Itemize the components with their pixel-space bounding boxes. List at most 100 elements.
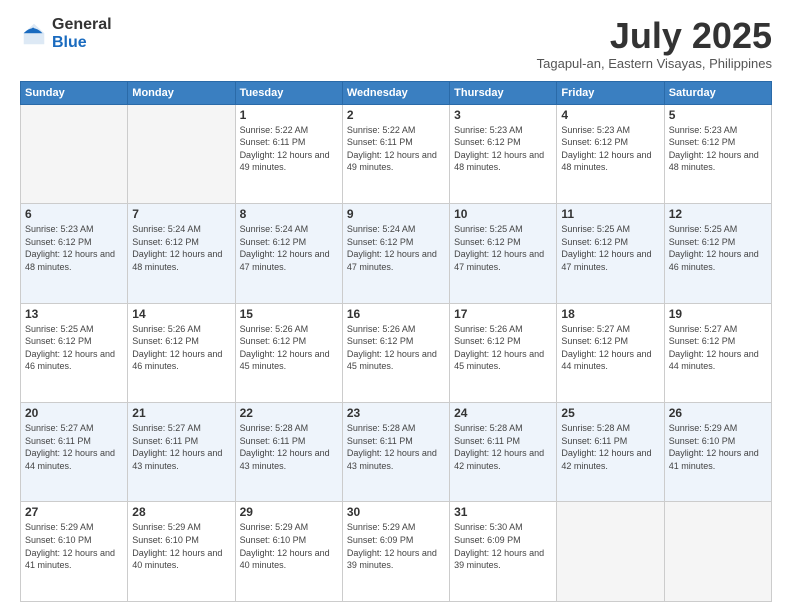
calendar-cell-4-2: 29 Sunrise: 5:29 AMSunset: 6:10 PMDayligh…: [235, 502, 342, 602]
day-info: Sunrise: 5:23 AMSunset: 6:12 PMDaylight:…: [669, 124, 767, 174]
day-info: Sunrise: 5:27 AMSunset: 6:12 PMDaylight:…: [561, 323, 659, 373]
day-number: 9: [347, 207, 445, 221]
day-number: 26: [669, 406, 767, 420]
day-info: Sunrise: 5:29 AMSunset: 6:10 PMDaylight:…: [669, 422, 767, 472]
header-saturday: Saturday: [664, 81, 771, 104]
day-number: 10: [454, 207, 552, 221]
logo-text: General Blue: [52, 16, 112, 51]
calendar-table: Sunday Monday Tuesday Wednesday Thursday…: [20, 81, 772, 602]
day-number: 6: [25, 207, 123, 221]
calendar-cell-0-0: [21, 104, 128, 203]
day-number: 21: [132, 406, 230, 420]
week-row-2: 6 Sunrise: 5:23 AMSunset: 6:12 PMDaylight…: [21, 204, 772, 303]
day-info: Sunrise: 5:23 AMSunset: 6:12 PMDaylight:…: [454, 124, 552, 174]
week-row-5: 27Sunrise: 5:29 AMSunset: 6:10 PMDayligh…: [21, 502, 772, 602]
day-number: 5: [669, 108, 767, 122]
day-info: Sunrise: 5:29 AMSunset: 6:10 PMDaylight:…: [132, 521, 230, 571]
calendar-cell-0-2: 1 Sunrise: 5:22 AMSunset: 6:11 PMDaylight…: [235, 104, 342, 203]
day-number: 20: [25, 406, 123, 420]
day-number: 7: [132, 207, 230, 221]
calendar-cell-3-1: 21Sunrise: 5:27 AMSunset: 6:11 PMDayligh…: [128, 403, 235, 502]
header-friday: Friday: [557, 81, 664, 104]
day-number: 1: [240, 108, 338, 122]
calendar-cell-2-5: 18Sunrise: 5:27 AMSunset: 6:12 PMDayligh…: [557, 303, 664, 402]
week-row-3: 13 Sunrise: 5:25 AMSunset: 6:12 PMDayligh…: [21, 303, 772, 402]
day-number: 13: [25, 307, 123, 321]
calendar-cell-1-3: 9 Sunrise: 5:24 AMSunset: 6:12 PMDaylight…: [342, 204, 449, 303]
calendar-cell-0-3: 2 Sunrise: 5:22 AMSunset: 6:11 PMDaylight…: [342, 104, 449, 203]
calendar-cell-2-4: 17 Sunrise: 5:26 AMSunset: 6:12 PMDayligh…: [450, 303, 557, 402]
calendar-cell-3-2: 22Sunrise: 5:28 AMSunset: 6:11 PMDayligh…: [235, 403, 342, 502]
day-info: Sunrise: 5:26 AMSunset: 6:12 PMDaylight:…: [132, 323, 230, 373]
page: General Blue July 2025 Tagapul-an, Easte…: [0, 0, 792, 612]
calendar-cell-0-4: 3 Sunrise: 5:23 AMSunset: 6:12 PMDaylight…: [450, 104, 557, 203]
day-info: Sunrise: 5:24 AMSunset: 6:12 PMDaylight:…: [347, 223, 445, 273]
calendar-cell-4-5: [557, 502, 664, 602]
day-info: Sunrise: 5:27 AMSunset: 6:12 PMDaylight:…: [669, 323, 767, 373]
day-number: 22: [240, 406, 338, 420]
header-tuesday: Tuesday: [235, 81, 342, 104]
calendar-cell-4-0: 27Sunrise: 5:29 AMSunset: 6:10 PMDayligh…: [21, 502, 128, 602]
week-row-4: 20 Sunrise: 5:27 AMSunset: 6:11 PMDayligh…: [21, 403, 772, 502]
day-info: Sunrise: 5:26 AMSunset: 6:12 PMDaylight:…: [240, 323, 338, 373]
calendar-cell-2-6: 19 Sunrise: 5:27 AMSunset: 6:12 PMDayligh…: [664, 303, 771, 402]
day-info: Sunrise: 5:22 AMSunset: 6:11 PMDaylight:…: [240, 124, 338, 174]
calendar-cell-2-1: 14 Sunrise: 5:26 AMSunset: 6:12 PMDayligh…: [128, 303, 235, 402]
day-info: Sunrise: 5:27 AMSunset: 6:11 PMDaylight:…: [25, 422, 123, 472]
logo-blue-text: Blue: [52, 34, 112, 52]
day-number: 8: [240, 207, 338, 221]
day-info: Sunrise: 5:28 AMSunset: 6:11 PMDaylight:…: [347, 422, 445, 472]
day-number: 14: [132, 307, 230, 321]
day-number: 28: [132, 505, 230, 519]
calendar-cell-4-6: [664, 502, 771, 602]
logo-general-text: General: [52, 16, 112, 34]
header: General Blue July 2025 Tagapul-an, Easte…: [20, 16, 772, 71]
calendar-cell-1-0: 6 Sunrise: 5:23 AMSunset: 6:12 PMDaylight…: [21, 204, 128, 303]
day-info: Sunrise: 5:25 AMSunset: 6:12 PMDaylight:…: [561, 223, 659, 273]
calendar-cell-1-4: 10Sunrise: 5:25 AMSunset: 6:12 PMDayligh…: [450, 204, 557, 303]
calendar-cell-0-1: [128, 104, 235, 203]
calendar-cell-3-4: 24Sunrise: 5:28 AMSunset: 6:11 PMDayligh…: [450, 403, 557, 502]
day-info: Sunrise: 5:23 AMSunset: 6:12 PMDaylight:…: [25, 223, 123, 273]
calendar-cell-1-2: 8Sunrise: 5:24 AMSunset: 6:12 PMDaylight…: [235, 204, 342, 303]
header-thursday: Thursday: [450, 81, 557, 104]
day-number: 30: [347, 505, 445, 519]
day-number: 25: [561, 406, 659, 420]
calendar-cell-1-5: 11 Sunrise: 5:25 AMSunset: 6:12 PMDayligh…: [557, 204, 664, 303]
day-number: 29: [240, 505, 338, 519]
day-info: Sunrise: 5:24 AMSunset: 6:12 PMDaylight:…: [132, 223, 230, 273]
day-number: 17: [454, 307, 552, 321]
calendar-cell-2-0: 13 Sunrise: 5:25 AMSunset: 6:12 PMDayligh…: [21, 303, 128, 402]
day-number: 4: [561, 108, 659, 122]
calendar-cell-4-3: 30Sunrise: 5:29 AMSunset: 6:09 PMDayligh…: [342, 502, 449, 602]
day-info: Sunrise: 5:28 AMSunset: 6:11 PMDaylight:…: [454, 422, 552, 472]
weekday-header-row: Sunday Monday Tuesday Wednesday Thursday…: [21, 81, 772, 104]
location-subtitle: Tagapul-an, Eastern Visayas, Philippines: [537, 56, 772, 71]
calendar-cell-3-3: 23 Sunrise: 5:28 AMSunset: 6:11 PMDayligh…: [342, 403, 449, 502]
day-number: 19: [669, 307, 767, 321]
day-number: 3: [454, 108, 552, 122]
calendar-cell-3-5: 25Sunrise: 5:28 AMSunset: 6:11 PMDayligh…: [557, 403, 664, 502]
month-title: July 2025: [537, 16, 772, 56]
day-info: Sunrise: 5:26 AMSunset: 6:12 PMDaylight:…: [347, 323, 445, 373]
logo-icon: [20, 20, 48, 48]
day-number: 2: [347, 108, 445, 122]
calendar-cell-4-1: 28 Sunrise: 5:29 AMSunset: 6:10 PMDayligh…: [128, 502, 235, 602]
day-number: 11: [561, 207, 659, 221]
calendar-cell-3-6: 26 Sunrise: 5:29 AMSunset: 6:10 PMDayligh…: [664, 403, 771, 502]
logo: General Blue: [20, 16, 112, 51]
calendar-cell-2-2: 15Sunrise: 5:26 AMSunset: 6:12 PMDayligh…: [235, 303, 342, 402]
day-info: Sunrise: 5:29 AMSunset: 6:10 PMDaylight:…: [240, 521, 338, 571]
header-sunday: Sunday: [21, 81, 128, 104]
header-wednesday: Wednesday: [342, 81, 449, 104]
header-monday: Monday: [128, 81, 235, 104]
day-number: 23: [347, 406, 445, 420]
day-number: 16: [347, 307, 445, 321]
day-info: Sunrise: 5:25 AMSunset: 6:12 PMDaylight:…: [669, 223, 767, 273]
calendar-cell-0-6: 5 Sunrise: 5:23 AMSunset: 6:12 PMDaylight…: [664, 104, 771, 203]
day-info: Sunrise: 5:26 AMSunset: 6:12 PMDaylight:…: [454, 323, 552, 373]
day-info: Sunrise: 5:25 AMSunset: 6:12 PMDaylight:…: [25, 323, 123, 373]
day-info: Sunrise: 5:30 AMSunset: 6:09 PMDaylight:…: [454, 521, 552, 571]
calendar-cell-3-0: 20 Sunrise: 5:27 AMSunset: 6:11 PMDayligh…: [21, 403, 128, 502]
day-info: Sunrise: 5:22 AMSunset: 6:11 PMDaylight:…: [347, 124, 445, 174]
